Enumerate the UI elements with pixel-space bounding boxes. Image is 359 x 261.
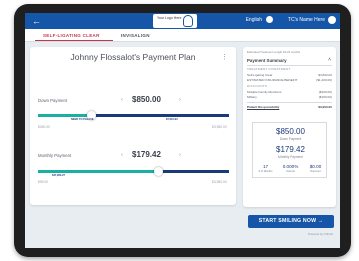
divider — [247, 65, 332, 66]
payment-summary-panel: Estimated Treatment Length 18-24 months … — [243, 47, 336, 207]
stat-value: 17 — [262, 164, 269, 169]
monthly-payment-value: $179.42 — [132, 150, 161, 159]
treatment-length-note: Estimated Treatment Length 18-24 months — [247, 50, 301, 54]
down-payment-min: $250.00 — [38, 125, 50, 129]
discounts-heading: DISCOUNTS — [247, 84, 268, 88]
summary-row: ESTIMATED INSURANCE BENEFIT ($1,200.00) — [247, 78, 332, 82]
chevron-right-icon[interactable]: › — [179, 97, 181, 103]
monthly-payment-slider-fill — [38, 170, 159, 173]
treatment-heading: TREATMENT INVESTMENT — [247, 67, 291, 71]
stat-label: # of Months — [258, 169, 273, 173]
powered-by-label: Powered by OrthoFi — [308, 232, 333, 236]
down-payment-amount: $850.00 — [276, 127, 305, 136]
chevron-left-icon[interactable]: ‹ — [121, 152, 123, 158]
down-payment-max: $3,950.00 — [212, 125, 227, 129]
summary-row-label: Self-Ligating Clear — [247, 73, 273, 77]
more-options-icon[interactable]: ⋮ — [221, 53, 228, 61]
discount-row-label: Multiple Family Members — [247, 90, 282, 94]
down-payment-slider[interactable] — [38, 111, 229, 120]
monthly-payment-min: $99.00 — [38, 180, 49, 184]
active-tab-indicator — [35, 39, 113, 41]
chevron-up-icon[interactable]: ˄ — [328, 57, 331, 63]
down-payment-value: $850.00 — [132, 95, 161, 104]
stat-months: 17 # of Months — [253, 164, 278, 173]
patient-responsibility-row: Patient Responsibility $3,900.00 — [247, 105, 332, 109]
practice-logo: Your Logo Here — [153, 14, 197, 28]
summary-row-value: ($1,200.00) — [316, 78, 332, 82]
top-bar: ← Your Logo Here English TC's Name Here — [25, 13, 340, 29]
stat-value: 0.000% — [282, 164, 299, 169]
stat-value: $0.00 — [309, 164, 322, 169]
summary-row-label: ESTIMATED INSURANCE BENEFIT — [247, 78, 298, 82]
stat-label: Discount — [310, 169, 321, 173]
discount-row-value: ($100.00) — [318, 90, 332, 94]
monthly-payment-amount: $179.42 — [276, 145, 305, 154]
globe-icon[interactable] — [266, 16, 273, 23]
app-screen: ← Your Logo Here English TC's Name Here … — [25, 13, 340, 248]
chevron-left-icon[interactable]: ‹ — [121, 97, 123, 103]
down-payment-bar-label-right: $7,010.93 — [166, 118, 178, 121]
logo-text: Your Logo Here — [157, 16, 182, 20]
user-avatar-icon[interactable] — [328, 16, 336, 24]
discount-row-label: Military — [247, 95, 257, 99]
language-selector[interactable]: English — [246, 17, 262, 23]
discount-row: Military ($150.00) — [247, 95, 332, 99]
start-smiling-now-button[interactable]: START SMILING NOW → — [248, 215, 334, 228]
summary-title: Payment Summary — [247, 58, 287, 63]
down-payment-bar-label-left: NEED TO PLEASE — [71, 118, 94, 121]
user-name[interactable]: TC's Name Here — [288, 17, 325, 23]
summary-row-value: $3,800.00 — [318, 73, 332, 77]
chevron-right-icon[interactable]: › — [179, 152, 181, 158]
patient-responsibility-value: $3,900.00 — [318, 105, 332, 109]
tooth-icon — [183, 15, 193, 27]
payment-plan-panel: Johnny Flossalot's Payment Plan ⋮ Down P… — [30, 47, 236, 205]
down-payment-amount-label: Down Payment — [279, 137, 302, 141]
tab-self-ligating-clear[interactable]: SELF-LIGATING CLEAR — [43, 33, 100, 38]
stat-discount: $0.00 Discount — [303, 164, 328, 173]
plan-title: Johnny Flossalot's Payment Plan — [70, 52, 196, 62]
discount-row: Multiple Family Members ($100.00) — [247, 90, 332, 94]
monthly-payment-slider-handle[interactable] — [153, 167, 163, 176]
down-payment-label: Down Payment — [38, 98, 68, 103]
monthly-payment-label: Monthly Payment — [38, 153, 72, 158]
divider — [247, 102, 332, 103]
tab-invisalign[interactable]: INVISALIGN — [121, 33, 150, 38]
monthly-payment-max: $3,950.00 — [212, 180, 227, 184]
treatment-tabs: SELF-LIGATING CLEAR INVISALIGN — [25, 29, 340, 42]
tablet-frame: ← Your Logo Here English TC's Name Here … — [14, 4, 351, 257]
back-arrow-icon[interactable]: ← — [32, 15, 41, 27]
down-payment-slider-fill — [38, 114, 92, 117]
monthly-payment-slider[interactable] — [38, 167, 229, 176]
stat-interest: 0.000% Interest — [278, 164, 303, 173]
discount-row-value: ($150.00) — [318, 95, 332, 99]
payment-amounts-box: $850.00 Down Payment $179.42 Monthly Pay… — [252, 122, 327, 178]
patient-responsibility-label[interactable]: Patient Responsibility — [247, 105, 279, 109]
stat-label: Interest — [286, 169, 295, 173]
monthly-payment-amount-label: Monthly Payment — [278, 155, 303, 159]
summary-row: Self-Ligating Clear $3,800.00 — [247, 73, 332, 77]
monthly-payment-bar-label-left: $47,903.27 — [52, 174, 65, 177]
